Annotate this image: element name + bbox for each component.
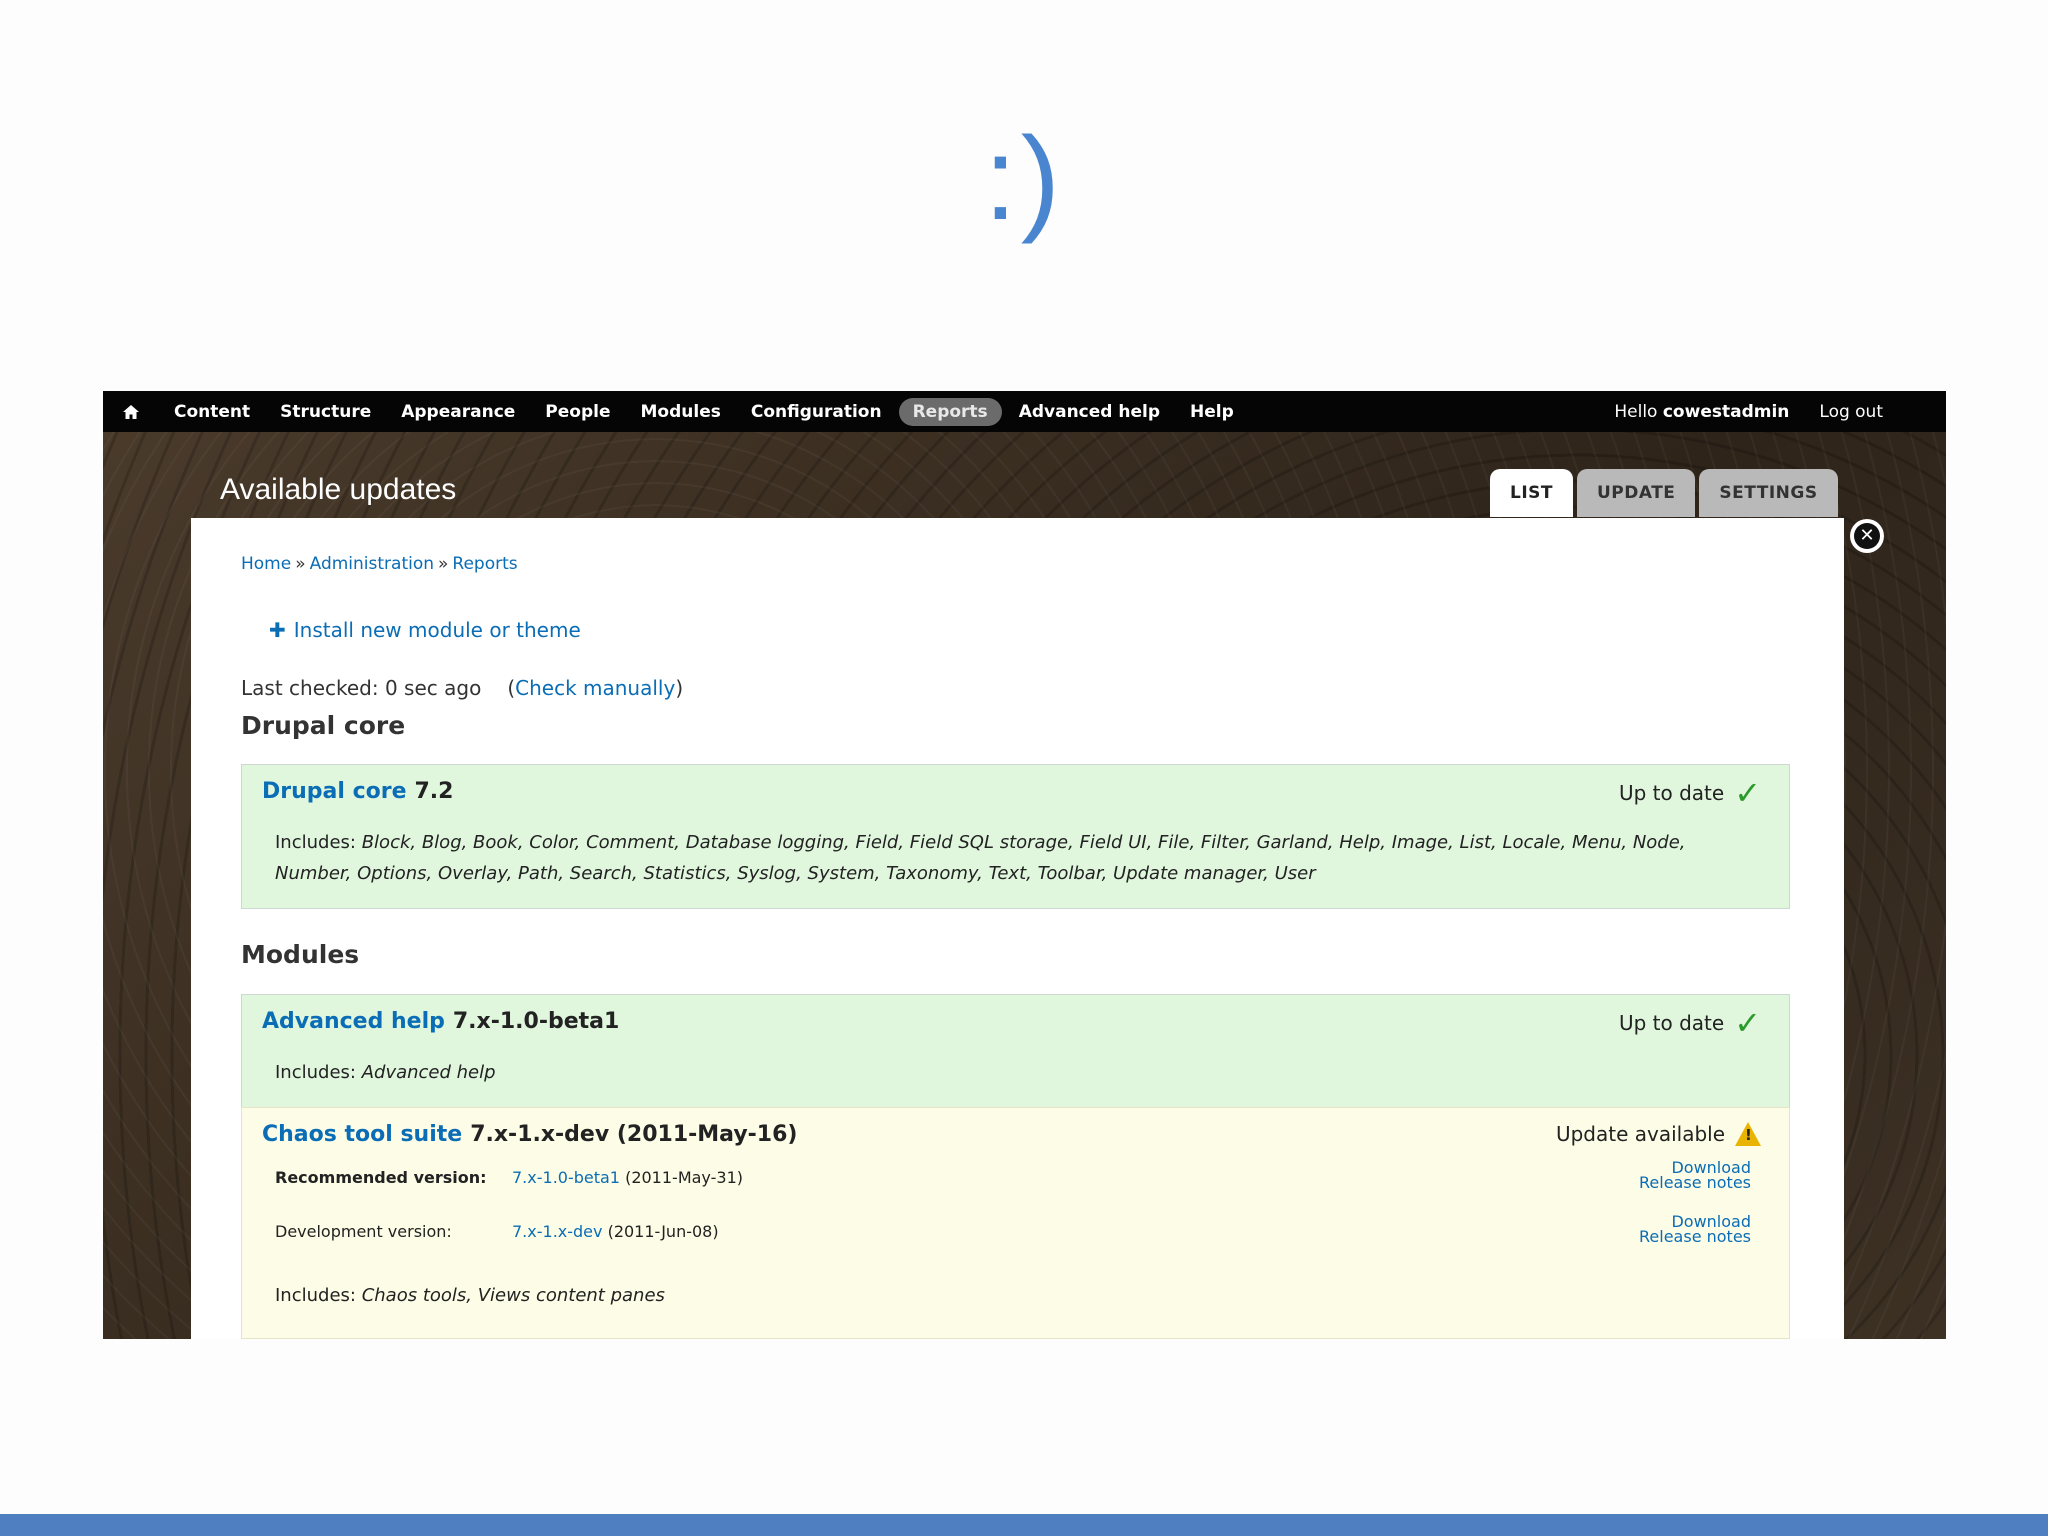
development-label: Development version: xyxy=(275,1222,452,1241)
project-includes: Includes: Advanced help xyxy=(275,1057,1753,1088)
logout-link[interactable]: Log out xyxy=(1804,402,1898,422)
status-badge: Update available ! xyxy=(1556,1122,1761,1146)
admin-toolbar: Content Structure Appearance People Modu… xyxy=(103,391,1946,432)
includes-list: Block, Blog, Book, Color, Comment, Datab… xyxy=(275,832,1686,884)
user-greeting[interactable]: Hello cowestadmin xyxy=(1599,402,1804,422)
last-checked-text: Last checked: 0 sec ago xyxy=(241,676,482,700)
breadcrumb: Home» Administration» Reports xyxy=(241,554,518,574)
check-manually-link[interactable]: Check manually xyxy=(515,676,675,700)
recommended-version-row: Recommended version: 7.x-1.0-beta1 (2011-… xyxy=(275,1160,1765,1191)
section-heading-modules: Modules xyxy=(241,940,360,969)
slide-title: :) xyxy=(983,113,1065,245)
release-notes-link[interactable]: Release notes xyxy=(1639,1227,1751,1246)
install-link-label: Install new module or theme xyxy=(293,618,581,642)
project-link[interactable]: Advanced help xyxy=(262,1009,445,1034)
checkmark-icon: ✓ xyxy=(1734,1004,1761,1042)
development-version-row: Development version: 7.x-1.x-dev (2011-Ju… xyxy=(275,1214,1765,1245)
tab-update[interactable]: UPDATE xyxy=(1577,469,1696,517)
nav-modules[interactable]: Modules xyxy=(626,402,736,422)
project-link[interactable]: Chaos tool suite xyxy=(262,1122,462,1147)
status-text: Up to date xyxy=(1618,781,1725,805)
development-date: (2011-Jun-08) xyxy=(607,1222,719,1241)
release-notes-link[interactable]: Release notes xyxy=(1639,1173,1751,1192)
project-includes: Includes: Block, Blog, Book, Color, Comm… xyxy=(275,827,1753,889)
nav-people[interactable]: People xyxy=(530,402,625,422)
drupal-screenshot: Content Structure Appearance People Modu… xyxy=(103,391,1946,1339)
slide-footer-bar xyxy=(0,1514,2048,1536)
plus-icon: ✚ xyxy=(269,618,286,642)
greeting-prefix: Hello xyxy=(1614,401,1663,422)
includes-list: Chaos tools, Views content panes xyxy=(361,1285,665,1306)
status-badge: Up to date ✓ xyxy=(1619,777,1761,809)
nav-reports[interactable]: Reports xyxy=(898,397,1002,426)
breadcrumb-separator: » xyxy=(295,554,306,574)
project-link[interactable]: Drupal core xyxy=(262,779,407,804)
recommended-date: (2011-May-31) xyxy=(625,1168,743,1187)
nav-structure[interactable]: Structure xyxy=(265,402,386,422)
status-text: Update available xyxy=(1555,1122,1725,1146)
includes-label: Includes: xyxy=(275,1285,356,1306)
close-icon: ✕ xyxy=(1854,523,1880,549)
nav-content[interactable]: Content xyxy=(159,402,265,422)
overlay-close-button[interactable]: ✕ xyxy=(1850,519,1884,553)
recommended-links: Download Release notes xyxy=(1639,1160,1751,1192)
includes-label: Includes: xyxy=(275,1062,356,1083)
project-name: Drupal core 7.2 xyxy=(262,779,453,804)
includes-list: Advanced help xyxy=(361,1062,496,1083)
project-includes: Includes: Chaos tools, Views content pan… xyxy=(275,1280,1753,1311)
includes-label: Includes: xyxy=(275,832,356,853)
recommended-label: Recommended version: xyxy=(275,1168,487,1187)
project-version: 7.x-1.0-beta1 xyxy=(452,1009,620,1034)
nav-help[interactable]: Help xyxy=(1175,402,1249,422)
primary-tabs: LIST UPDATE SETTINGS xyxy=(1490,469,1838,517)
project-advanced-help: Advanced help 7.x-1.0-beta1 Up to date ✓ I… xyxy=(241,994,1790,1108)
nav-configuration[interactable]: Configuration xyxy=(736,402,897,422)
status-badge: Up to date ✓ xyxy=(1619,1007,1761,1039)
home-icon[interactable] xyxy=(103,404,159,420)
warning-icon: ! xyxy=(1735,1122,1761,1146)
overlay-content: Home» Administration» Reports ✚ Install new… xyxy=(191,518,1844,1339)
breadcrumb-home[interactable]: Home xyxy=(241,554,291,574)
breadcrumb-separator: » xyxy=(438,554,449,574)
project-drupal-core: Drupal core 7.2 Up to date ✓ Includes: Blo… xyxy=(241,764,1790,909)
tab-settings[interactable]: SETTINGS xyxy=(1699,469,1838,517)
status-text: Up to date xyxy=(1618,1011,1725,1035)
project-version: 7.2 xyxy=(414,779,454,804)
breadcrumb-administration[interactable]: Administration xyxy=(310,554,434,574)
install-new-module-link[interactable]: ✚ Install new module or theme xyxy=(269,618,581,642)
section-heading-core: Drupal core xyxy=(241,711,406,740)
project-chaos-tool-suite: Chaos tool suite 7.x-1.x-dev (2011-May-16… xyxy=(241,1107,1790,1339)
nav-advanced-help[interactable]: Advanced help xyxy=(1004,402,1175,422)
project-name: Chaos tool suite 7.x-1.x-dev (2011-May-16… xyxy=(262,1122,797,1147)
development-version-link[interactable]: 7.x-1.x-dev xyxy=(512,1222,602,1241)
tab-list[interactable]: LIST xyxy=(1490,469,1573,517)
project-version: 7.x-1.x-dev (2011-May-16) xyxy=(470,1122,798,1147)
last-checked: Last checked: 0 sec ago (Check manually) xyxy=(241,676,684,700)
nav-appearance[interactable]: Appearance xyxy=(386,402,530,422)
checkmark-icon: ✓ xyxy=(1734,774,1761,812)
project-name: Advanced help 7.x-1.0-beta1 xyxy=(262,1009,619,1034)
development-links: Download Release notes xyxy=(1639,1214,1751,1246)
page-title: Available updates xyxy=(220,473,457,506)
username: cowestadmin xyxy=(1662,401,1790,422)
breadcrumb-reports[interactable]: Reports xyxy=(452,554,517,574)
recommended-version-link[interactable]: 7.x-1.0-beta1 xyxy=(512,1168,620,1187)
